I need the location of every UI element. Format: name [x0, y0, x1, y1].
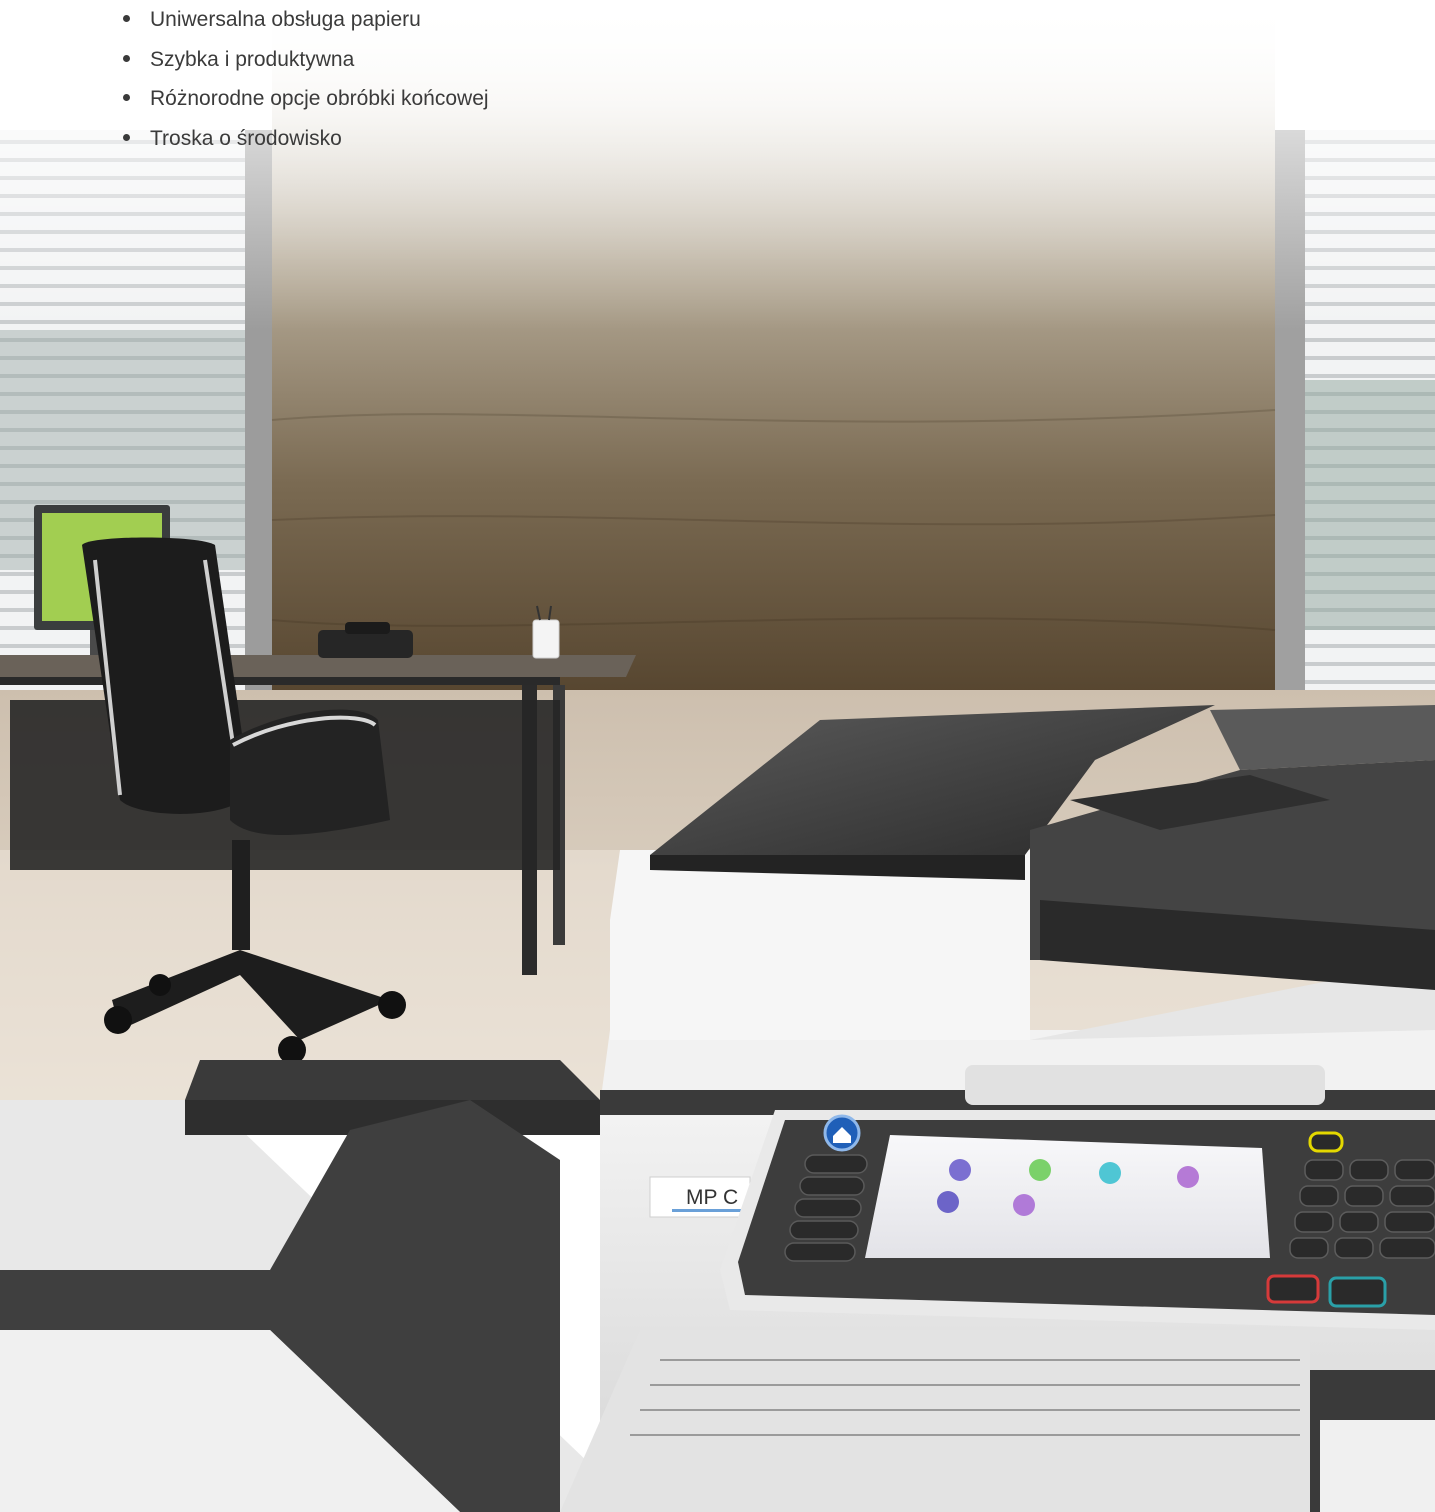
feature-item: Różnorodne opcje obróbki końcowej: [118, 79, 489, 119]
feature-list: Uniwersalna obsługa papieru Szybka i pro…: [118, 0, 489, 158]
feature-item: Troska o środowisko: [118, 119, 489, 159]
output-trays: [560, 1330, 1435, 1512]
control-panel: [720, 1110, 1435, 1330]
printer-finisher: [0, 1060, 640, 1512]
product-hero: Uniwersalna obsługa papieru Szybka i pro…: [0, 0, 1435, 1512]
stop-button: [1266, 1274, 1320, 1304]
feature-item: Uniwersalna obsługa papieru: [118, 0, 489, 40]
model-label-text: MP C: [686, 1186, 739, 1209]
yellow-key: [1308, 1131, 1344, 1153]
office-printer-photo: [0, 0, 1435, 1512]
start-button: [1328, 1276, 1387, 1308]
feature-item: Szybka i produktywna: [118, 40, 489, 80]
